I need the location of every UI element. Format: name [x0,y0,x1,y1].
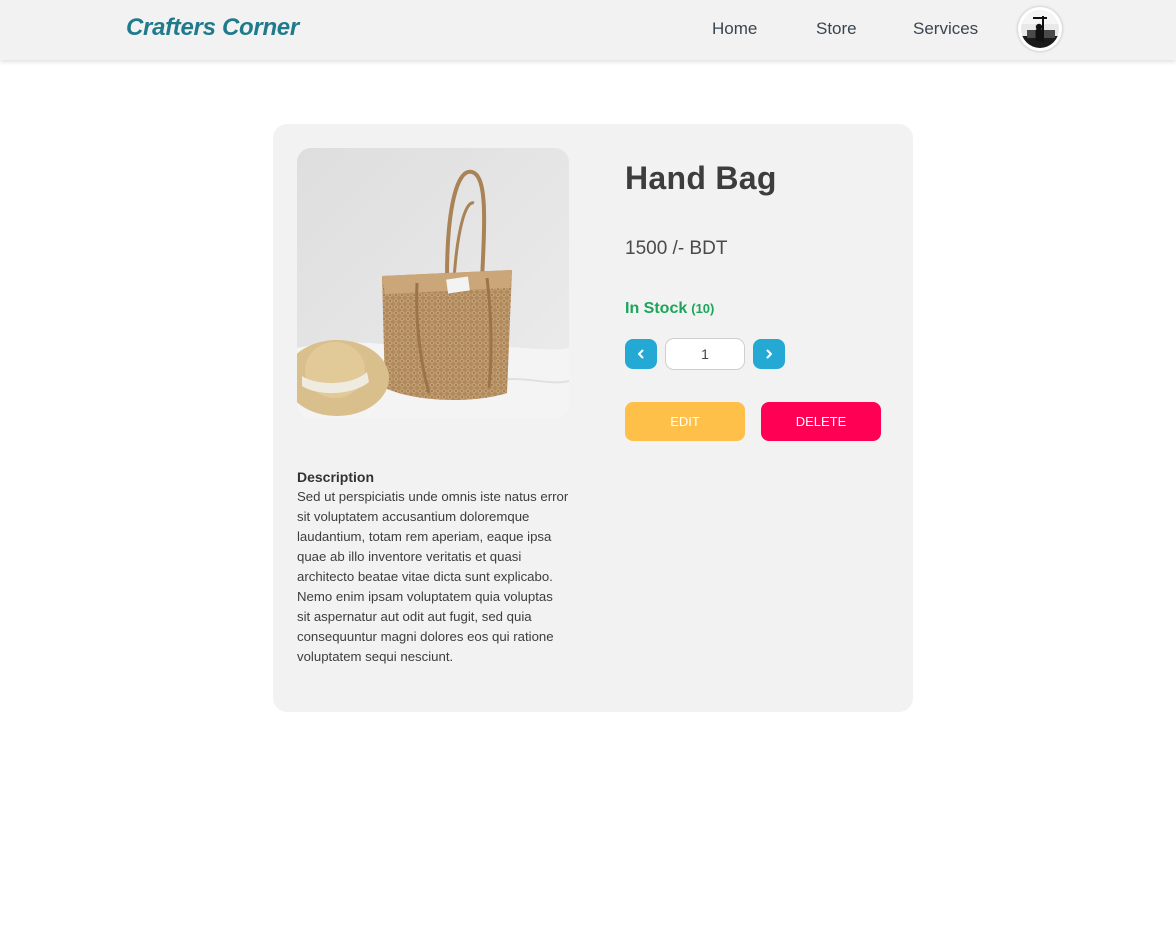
avatar-photo [1021,10,1059,48]
site-logo[interactable]: Crafters Corner [126,14,299,42]
quantity-increase-button[interactable] [753,339,785,369]
user-avatar[interactable] [1018,7,1062,51]
stock-count: (10) [691,301,715,316]
quantity-input[interactable] [665,338,745,370]
edit-button[interactable]: EDIT [625,402,745,441]
nav-services-link[interactable]: Services [913,19,978,39]
product-title: Hand Bag [625,160,777,196]
delete-button[interactable]: DELETE [761,402,881,441]
stock-label: In Stock [625,300,688,317]
stock-status: In Stock (10) [625,300,714,318]
chevron-left-icon [638,349,644,359]
product-card: Description Sed ut perspiciatis unde omn… [273,124,913,712]
product-image [297,148,569,419]
product-price: 1500 /- BDT [625,238,728,259]
navbar: Crafters Corner Home Store Services [0,0,1176,60]
quantity-decrease-button[interactable] [625,339,657,369]
nav-home-link[interactable]: Home [712,19,757,39]
nav-store-link[interactable]: Store [816,19,857,39]
chevron-right-icon [766,349,772,359]
description-text: Sed ut perspiciatis unde omnis iste natu… [297,489,569,664]
description-title: Description [297,469,375,485]
